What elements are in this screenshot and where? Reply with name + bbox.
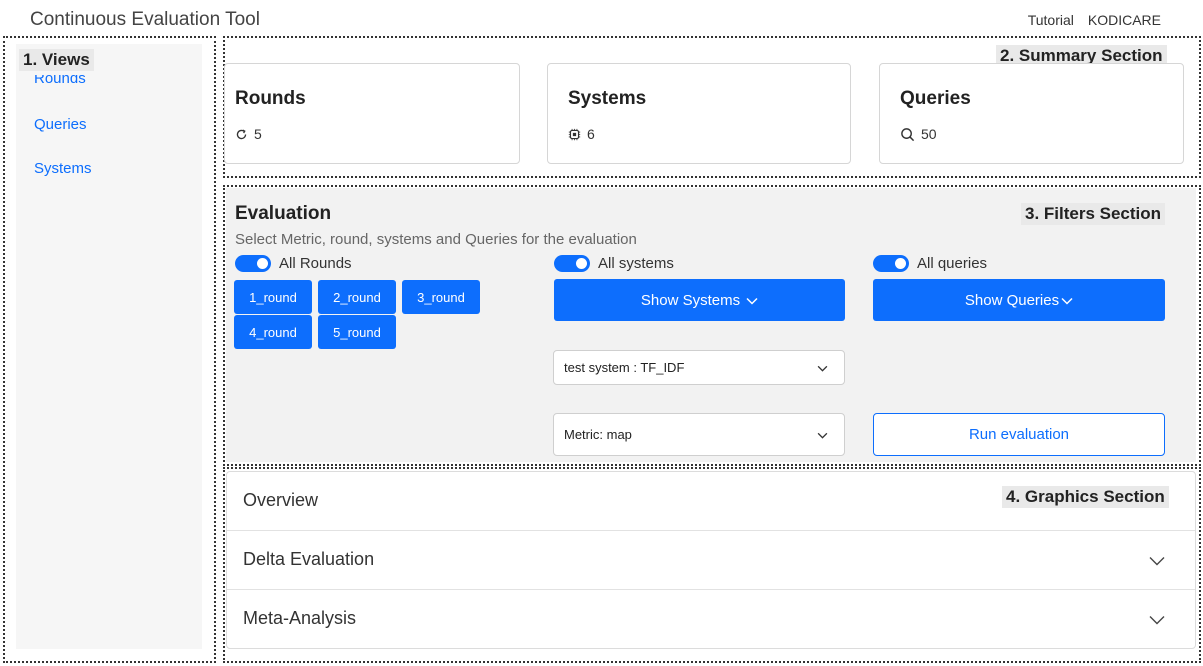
systems-card: Systems 6	[547, 63, 851, 164]
round-button-5[interactable]: 5_round	[318, 315, 396, 349]
show-systems-label: Show Systems	[640, 291, 741, 309]
systems-count: 6	[587, 126, 595, 142]
all-queries-toggle-row: All queries	[873, 255, 987, 272]
evaluation-title: Evaluation	[235, 203, 332, 224]
rounds-card-title: Rounds	[235, 88, 306, 109]
sidebar-item-queries[interactable]: Queries	[34, 116, 87, 133]
queries-card: Queries 50	[879, 63, 1184, 164]
all-systems-toggle[interactable]	[554, 255, 590, 272]
systems-card-value: 6	[568, 126, 595, 142]
search-icon	[900, 127, 915, 142]
rounds-count: 5	[254, 126, 262, 142]
round-button-3[interactable]: 3_round	[402, 280, 480, 314]
sidebar	[16, 44, 202, 649]
graphics-region-label: 4. Graphics Section	[1002, 486, 1169, 508]
refresh-icon	[235, 128, 248, 141]
rounds-card-value: 5	[235, 126, 262, 142]
metric-value: Metric: map	[564, 427, 632, 442]
queries-count: 50	[921, 126, 937, 142]
round-button-4[interactable]: 4_round	[234, 315, 312, 349]
all-rounds-toggle[interactable]	[235, 255, 271, 272]
show-systems-button[interactable]: Show Systems	[554, 279, 845, 321]
cpu-icon	[568, 128, 581, 141]
systems-card-title: Systems	[568, 88, 647, 109]
rounds-card: Rounds 5	[224, 63, 520, 164]
chevron-down-icon	[817, 427, 828, 442]
chevron-down-icon	[746, 292, 758, 309]
filters-region-label: 3. Filters Section	[1021, 203, 1166, 225]
all-rounds-toggle-row: All Rounds	[235, 255, 352, 272]
show-queries-label: Show Queries	[964, 291, 1060, 309]
round-button-2[interactable]: 2_round	[318, 280, 396, 314]
evaluation-subtitle: Select Metric, round, systems and Querie…	[235, 231, 637, 248]
test-system-value: test system : TF_IDF	[564, 360, 685, 375]
all-systems-label: All systems	[598, 255, 674, 272]
run-evaluation-button[interactable]: Run evaluation	[873, 413, 1165, 456]
all-queries-label: All queries	[917, 255, 988, 272]
kodicare-link[interactable]: KODICARE	[1088, 12, 1161, 28]
chevron-down-icon	[1061, 292, 1073, 309]
round-button-1[interactable]: 1_round	[234, 280, 312, 314]
test-system-select[interactable]: test system : TF_IDF	[553, 350, 845, 385]
metric-select[interactable]: Metric: map	[553, 413, 845, 456]
all-systems-toggle-row: All systems	[554, 255, 674, 272]
tutorial-link[interactable]: Tutorial	[1028, 12, 1074, 28]
all-rounds-label: All Rounds	[279, 255, 352, 272]
chevron-down-icon	[817, 360, 828, 375]
queries-card-value: 50	[900, 126, 937, 142]
views-region-label-overlay: 1. Views	[19, 49, 94, 71]
top-nav: Tutorial KODICARE	[1028, 12, 1161, 28]
show-queries-button[interactable]: Show Queries	[873, 279, 1165, 321]
queries-card-title: Queries	[900, 88, 971, 109]
all-queries-toggle[interactable]	[873, 255, 909, 272]
sidebar-item-systems[interactable]: Systems	[34, 160, 92, 177]
app-title: Continuous Evaluation Tool	[30, 9, 260, 30]
